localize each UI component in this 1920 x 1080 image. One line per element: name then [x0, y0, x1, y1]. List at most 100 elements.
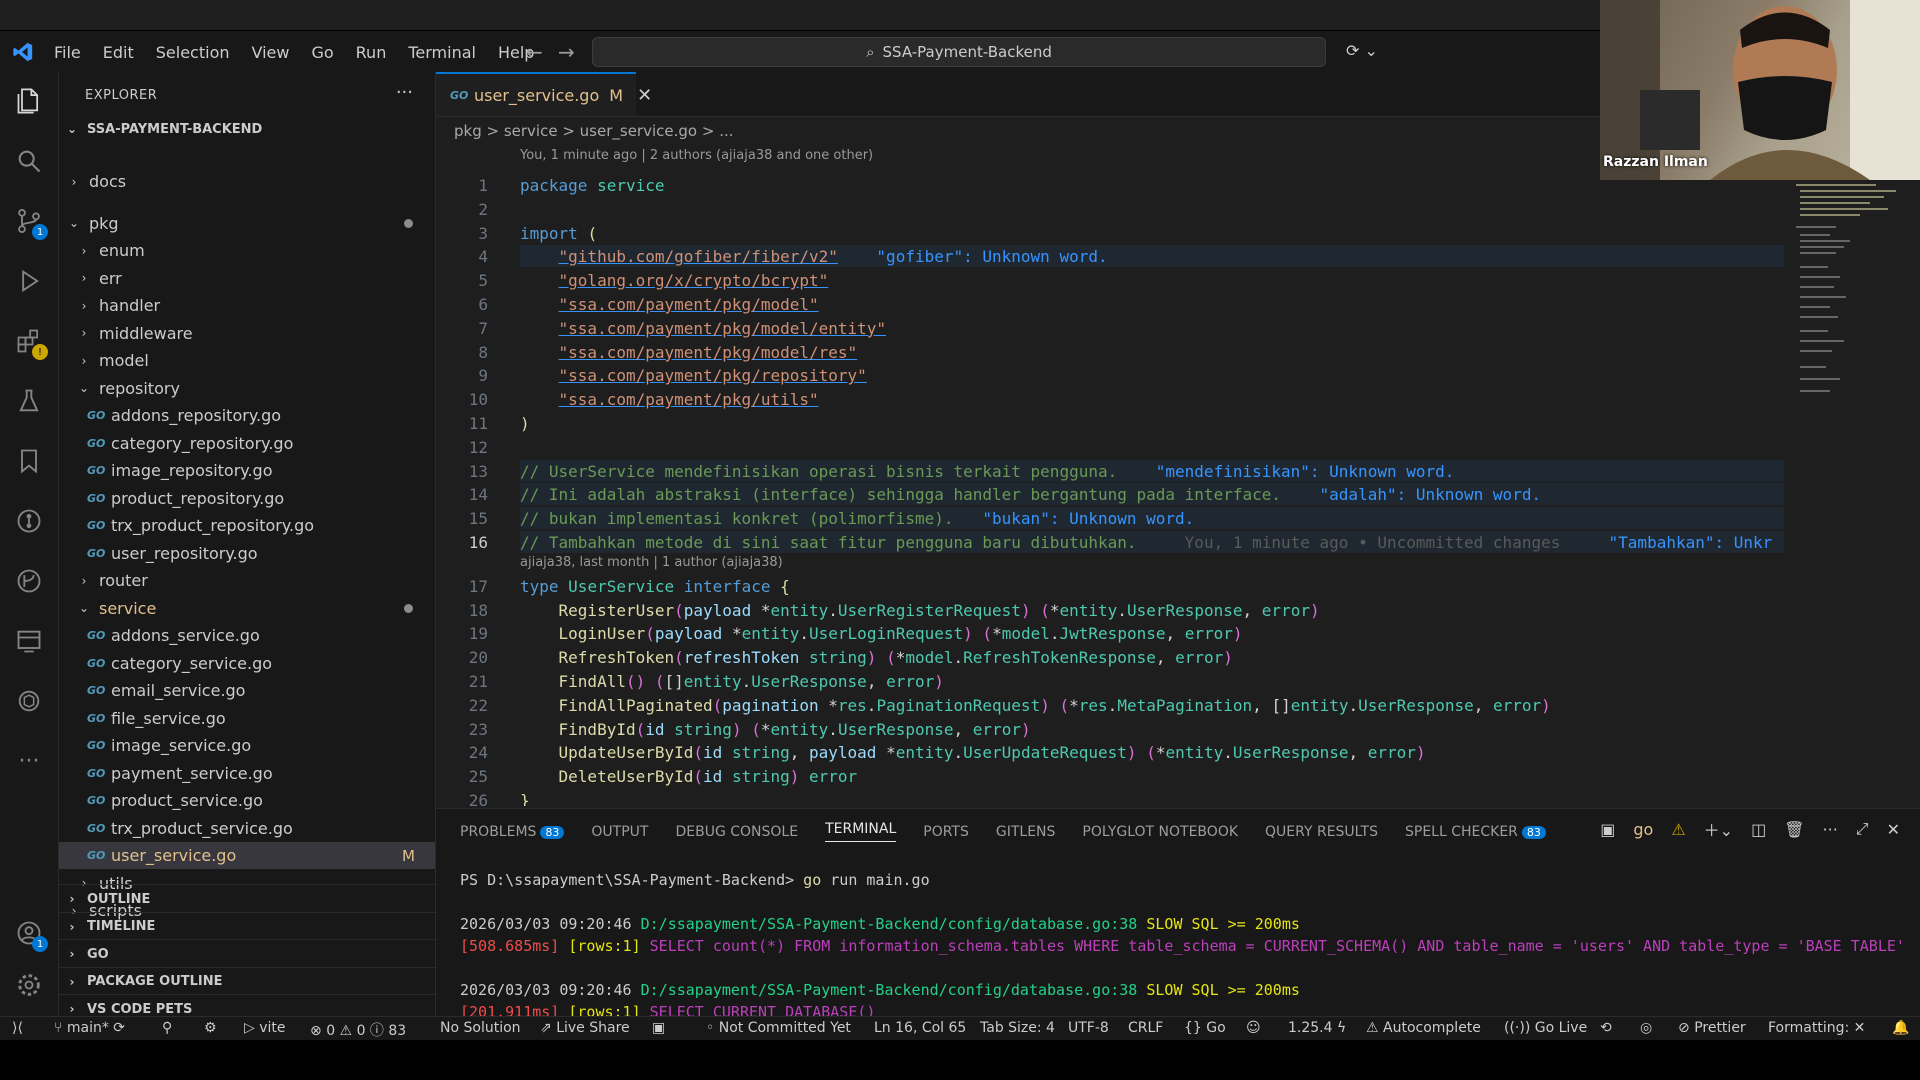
back-arrow-icon[interactable]: ←	[526, 40, 543, 64]
language-mode[interactable]: {} Go	[1184, 1020, 1226, 1036]
settings-gear-icon[interactable]	[14, 970, 44, 1000]
tab-polyglot-notebook[interactable]: POLYGLOT NOTEBOOK	[1082, 824, 1238, 840]
chatgpt-icon[interactable]	[14, 686, 44, 716]
feedback-icon[interactable]: ◎	[1640, 1020, 1652, 1036]
testing-flask-icon[interactable]	[14, 386, 44, 416]
menu-go[interactable]: Go	[311, 43, 333, 62]
file-item[interactable]: GO category_service.go	[59, 650, 435, 677]
explorer-more-icon[interactable]: ···	[396, 82, 413, 103]
code-line[interactable]: "ssa.com/payment/pkg/utils"	[520, 390, 819, 409]
file-item[interactable]: GO file_service.go	[59, 705, 435, 732]
encoding[interactable]: UTF-8	[1068, 1020, 1109, 1036]
folder-item[interactable]: › err	[59, 265, 435, 292]
branch-status[interactable]: ⑂ main* ⟳	[54, 1020, 125, 1036]
prettier-status[interactable]: ⊘ Prettier	[1678, 1020, 1746, 1036]
minimap[interactable]	[1788, 116, 1920, 806]
breadcrumb[interactable]: pkg > service > user_service.go > ...	[454, 122, 734, 140]
accounts-icon[interactable]: 1	[14, 918, 48, 952]
code-line[interactable]: LoginUser(payload *entity.UserLoginReque…	[520, 624, 1243, 643]
section-outline[interactable]: › OUTLINE	[59, 884, 435, 913]
code-line[interactable]: package service	[520, 176, 665, 195]
code-editor[interactable]: You, 1 minute ago | 2 authors (ajiaja38 …	[436, 140, 1784, 806]
code-line[interactable]: "golang.org/x/crypto/bcrypt"	[520, 271, 829, 290]
git-blame-codelens[interactable]: ajiaja38, last month | 1 author (ajiaja3…	[520, 555, 783, 570]
close-panel-icon[interactable]: ✕	[1887, 820, 1900, 839]
live-share-status[interactable]: ⇗ Live Share	[540, 1020, 630, 1036]
folder-item[interactable]: ⌄ repository	[59, 375, 435, 402]
menu-view[interactable]: View	[252, 43, 290, 62]
code-line[interactable]: DeleteUserById(id string) error	[520, 767, 858, 786]
go-live-status[interactable]: ((·)) Go Live	[1504, 1020, 1587, 1036]
split-terminal-icon[interactable]: ◫	[1751, 820, 1766, 839]
tab-query-results[interactable]: QUERY RESULTS	[1265, 824, 1378, 840]
file-item[interactable]: GO trx_product_service.go	[59, 815, 435, 842]
menu-run[interactable]: Run	[356, 43, 387, 62]
tab-user-service[interactable]: GO user_service.go M ✕	[436, 72, 652, 116]
code-line[interactable]: RefreshToken(refreshToken string) (*mode…	[520, 648, 1233, 667]
section-timeline[interactable]: › TIMELINE	[59, 911, 435, 941]
file-item[interactable]: GO addons_repository.go	[59, 402, 435, 429]
folder-item[interactable]: › handler	[59, 292, 435, 319]
folder-item[interactable]: ⌄ service	[59, 595, 435, 622]
file-item[interactable]: GO trx_product_repository.go	[59, 512, 435, 539]
code-line[interactable]: "github.com/gofiber/fiber/v2" "gofiber":…	[520, 247, 1108, 266]
tab-terminal[interactable]: TERMINAL	[825, 821, 897, 842]
code-line[interactable]: )	[520, 414, 530, 433]
notifications-bell-icon[interactable]: 🔔	[1892, 1020, 1909, 1036]
file-item[interactable]: GO image_service.go	[59, 732, 435, 759]
file-item[interactable]: GO product_service.go	[59, 787, 435, 814]
extensions-icon[interactable]: !	[14, 326, 48, 360]
workspace-root[interactable]: ⌄ SSA-PAYMENT-BACKEND	[65, 122, 262, 137]
new-terminal-icon[interactable]: ＋⌄	[1704, 817, 1733, 841]
copilot-status-icon[interactable]: ⚙	[204, 1020, 217, 1036]
terminal-status-icon[interactable]: ▣	[652, 1020, 665, 1036]
file-item[interactable]: GO product_repository.go	[59, 485, 435, 512]
search-activity-icon[interactable]	[14, 146, 44, 176]
file-item[interactable]: GO user_repository.go	[59, 540, 435, 567]
file-item[interactable]: GO email_service.go	[59, 677, 435, 704]
tab-problems[interactable]: PROBLEMS 83	[460, 824, 565, 840]
tab-size[interactable]: Tab Size: 4	[980, 1020, 1055, 1036]
tab-ports[interactable]: PORTS	[923, 824, 969, 840]
cursor-position[interactable]: Ln 16, Col 65	[874, 1020, 966, 1036]
vite-status[interactable]: ▷ vite	[244, 1020, 286, 1036]
maximize-panel-icon[interactable]: ⤢	[1856, 819, 1869, 839]
menu-edit[interactable]: Edit	[103, 43, 134, 62]
folder-item[interactable]: › model	[59, 347, 435, 374]
remote-icon[interactable]: ⟩⟨	[12, 1020, 23, 1036]
command-center-search[interactable]: ⌕ SSA-Payment-Backend	[592, 37, 1326, 67]
terminal-icon[interactable]: ▣	[1600, 820, 1615, 839]
section-package-outline[interactable]: › PACKAGE OUTLINE	[59, 966, 435, 996]
code-line[interactable]: // UserService mendefinisikan operasi bi…	[520, 462, 1454, 481]
menu-selection[interactable]: Selection	[156, 43, 230, 62]
source-control-icon[interactable]: 1	[14, 206, 48, 240]
copilot-icon[interactable]: ⟳ ⌄	[1346, 41, 1378, 60]
go-version[interactable]: 1.25.4 ϟ	[1288, 1020, 1346, 1036]
panel-more-icon[interactable]: ···	[1823, 820, 1838, 839]
tab-gitlens[interactable]: GITLENS	[996, 824, 1056, 840]
terminal-name[interactable]: go	[1633, 820, 1653, 839]
formatting-status[interactable]: Formatting: ✕	[1768, 1020, 1865, 1036]
code-line[interactable]: "ssa.com/payment/pkg/model/entity"	[520, 319, 887, 338]
folder-item[interactable]: › docs	[59, 168, 435, 195]
close-icon[interactable]: ✕	[637, 85, 652, 106]
autocomplete-status[interactable]: ⚠ Autocomplete	[1366, 1020, 1481, 1036]
code-line[interactable]: FindAll() ([]entity.UserResponse, error)	[520, 672, 944, 691]
line-ending[interactable]: CRLF	[1128, 1020, 1163, 1036]
problems-status[interactable]: ⊗ 0 ⚠ 0 ⓘ 83	[310, 1020, 406, 1040]
file-item[interactable]: GO category_repository.go	[59, 430, 435, 457]
bookmark-icon[interactable]	[14, 446, 44, 476]
file-item[interactable]: GO image_repository.go	[59, 457, 435, 484]
more-icon[interactable]: ···	[14, 746, 44, 776]
kill-terminal-icon[interactable]: 🗑	[1784, 820, 1804, 839]
code-line[interactable]: RegisterUser(payload *entity.UserRegiste…	[520, 601, 1320, 620]
file-item[interactable]: GO addons_service.go	[59, 622, 435, 649]
tab-spell-checker[interactable]: SPELL CHECKER 83	[1405, 824, 1546, 840]
copilot-face-icon[interactable]: ☺	[1246, 1020, 1261, 1036]
explorer-icon[interactable]	[14, 86, 44, 116]
folder-item[interactable]: › router	[59, 567, 435, 594]
code-line[interactable]: "ssa.com/payment/pkg/repository"	[520, 366, 867, 385]
run-debug-icon[interactable]	[14, 266, 44, 296]
git-blame-codelens[interactable]: You, 1 minute ago | 2 authors (ajiaja38 …	[520, 148, 873, 163]
forward-arrow-icon[interactable]: →	[558, 40, 575, 64]
